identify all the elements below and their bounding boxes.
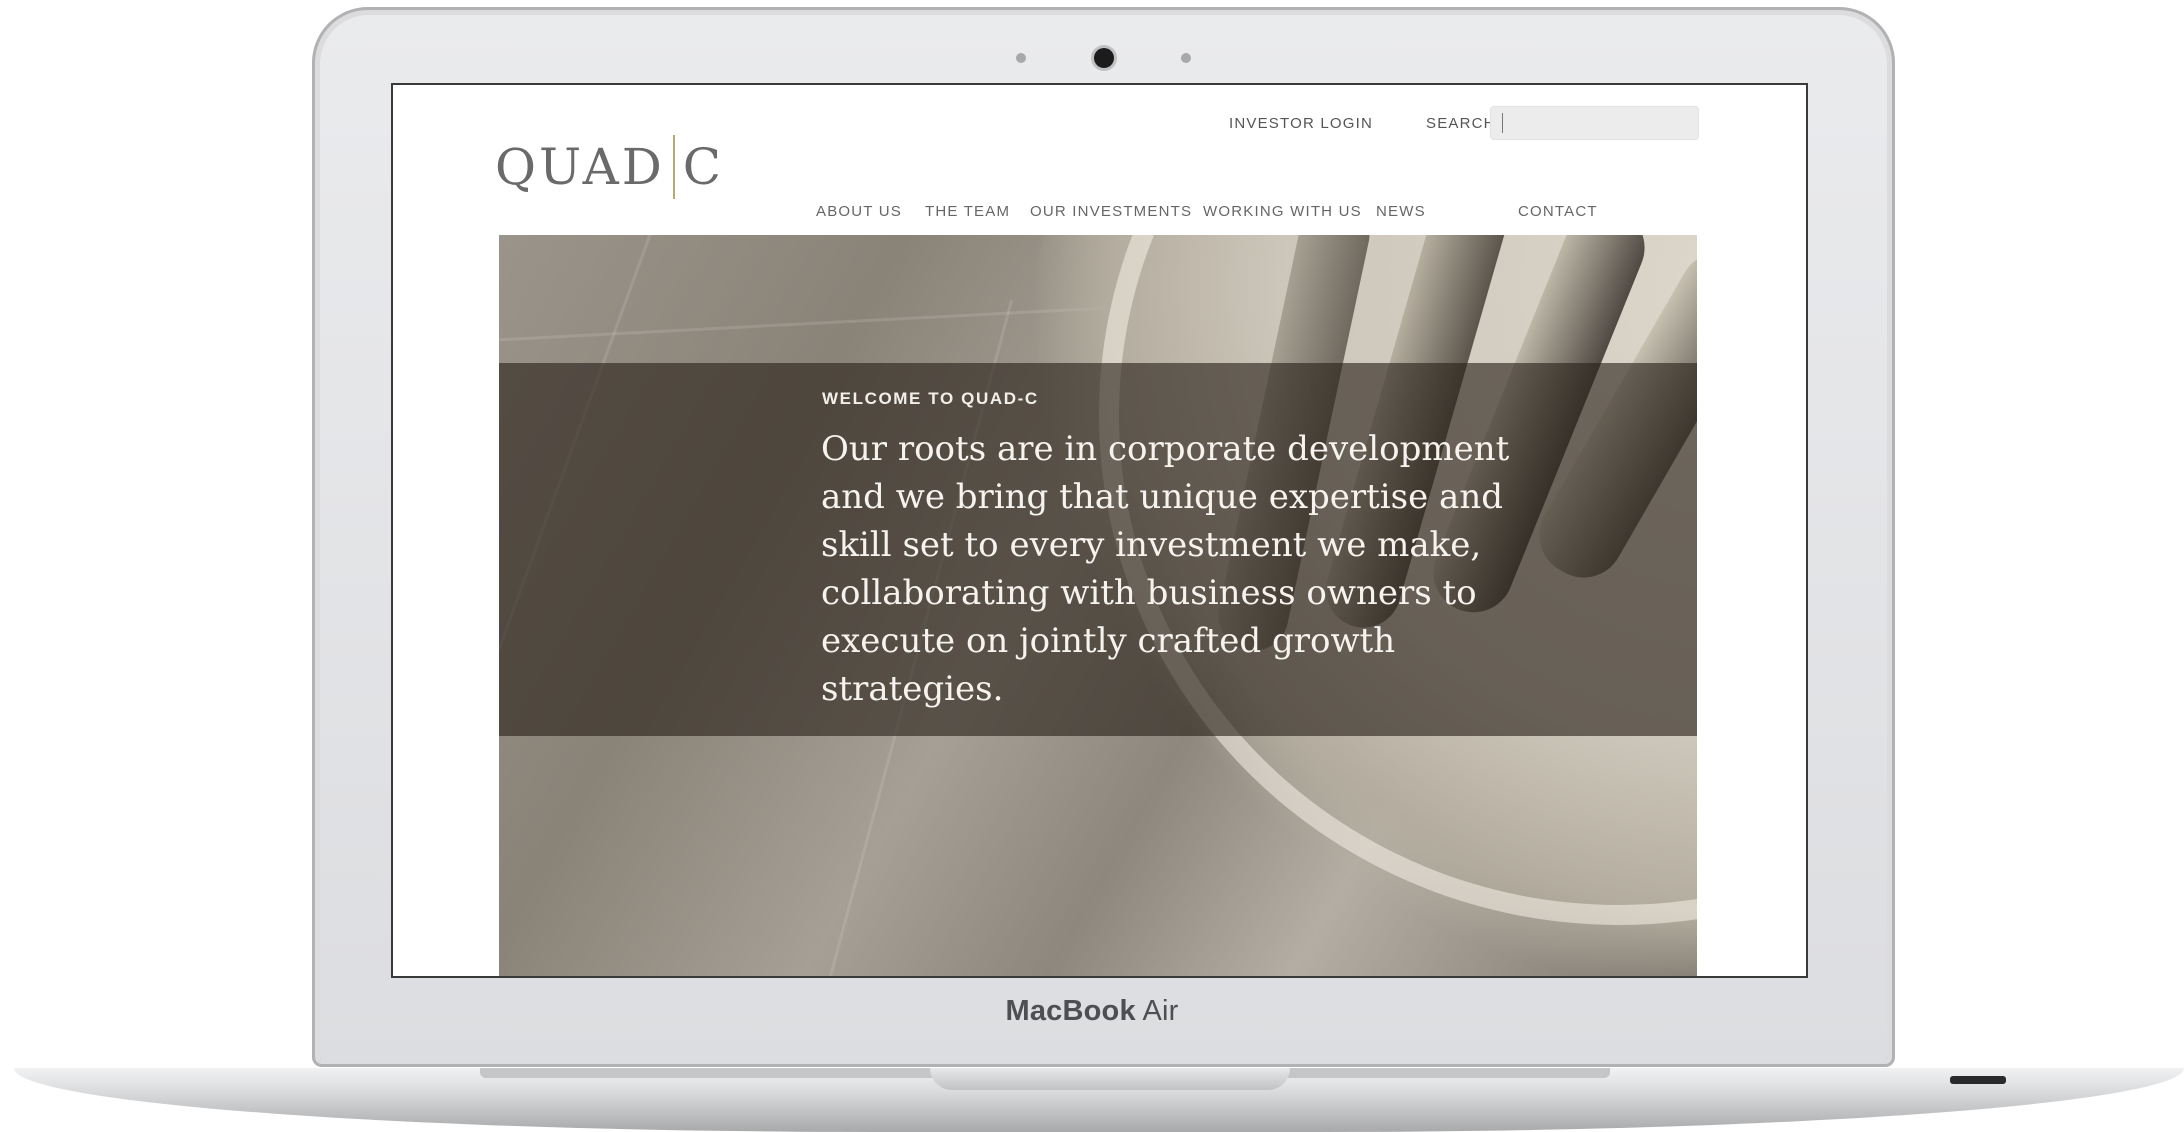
model-brand: MacBook [1005,995,1136,1027]
logo-text-right: C [682,138,725,196]
hero-headline: Our roots are in corporate development a… [821,429,1510,709]
website: QUAD C INVESTOR LOGIN SEARCH ABOUT US TH… [393,85,1806,976]
text-caret [1502,113,1503,133]
site-logo[interactable]: QUAD C [495,135,725,199]
laptop-screen: QUAD C INVESTOR LOGIN SEARCH ABOUT US TH… [393,85,1806,976]
hero-image: WELCOME TO QUAD-C Our roots are in corpo… [499,235,1697,976]
search-label: SEARCH [1426,115,1496,132]
camera-icon [1094,48,1114,68]
nav-news[interactable]: NEWS [1376,203,1426,220]
logo-divider [672,135,675,199]
lid-notch [930,1068,1290,1090]
search-input[interactable] [1490,106,1699,140]
sensor-right-icon [1181,53,1191,63]
nav-working-with-us[interactable]: WORKING WITH US [1203,203,1362,220]
investor-login-link[interactable]: INVESTOR LOGIN [1229,115,1373,132]
logo-text-left: QUAD [495,138,665,196]
nav-our-investments[interactable]: OUR INVESTMENTS [1030,203,1192,220]
nav-about-us[interactable]: ABOUT US [816,203,902,220]
device-model-label: MacBook Air [0,995,2184,1028]
sensor-left-icon [1016,53,1026,63]
nav-the-team[interactable]: THE TEAM [925,203,1010,220]
hero-eyebrow: WELCOME TO QUAD-C [822,389,1039,408]
model-name: Air [1142,995,1179,1027]
port-icon [1950,1076,2006,1084]
nav-contact[interactable]: CONTACT [1518,203,1598,220]
